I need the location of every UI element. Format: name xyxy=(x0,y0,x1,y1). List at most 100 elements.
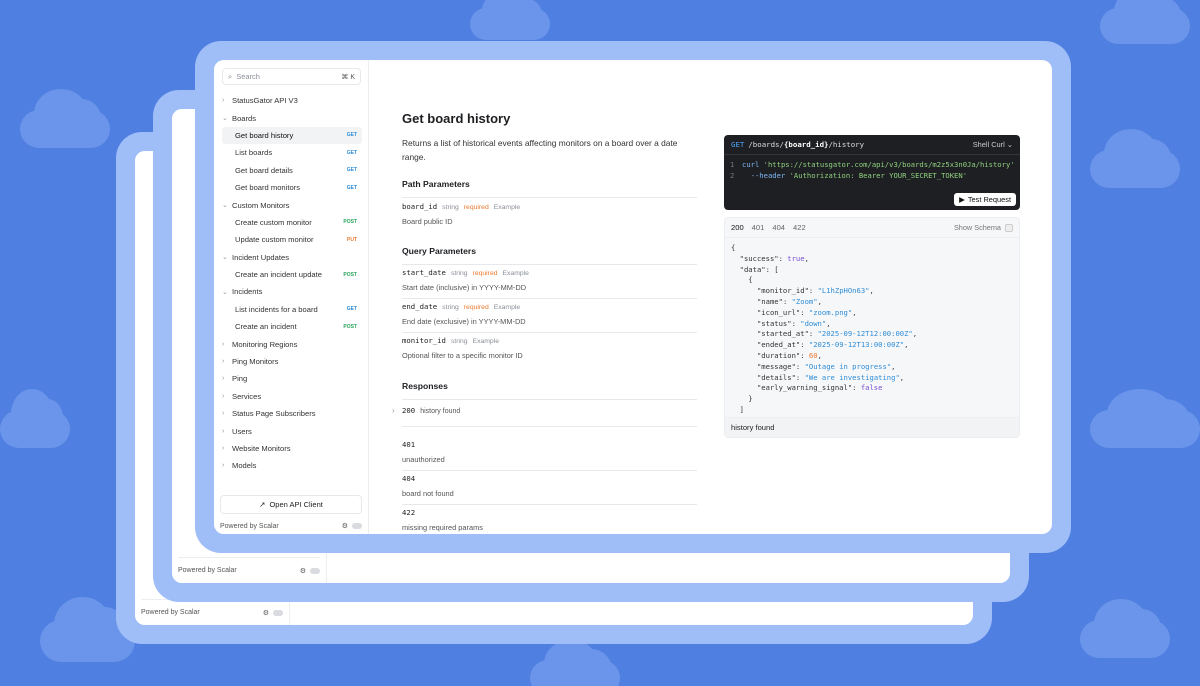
method-badge: GET xyxy=(346,149,357,156)
sidebar-item[interactable]: Create an incident POST xyxy=(222,318,362,335)
line-number: 1 xyxy=(730,160,735,169)
sidebar-item-label: Update custom monitor xyxy=(235,235,314,245)
main-content: Get board history Returns a list of hist… xyxy=(369,60,1052,534)
client-selector[interactable]: Shell Curl ⌄ xyxy=(973,140,1013,149)
divider xyxy=(402,197,697,198)
method-badge: POST xyxy=(343,323,357,330)
divider xyxy=(402,426,697,427)
sidebar-item[interactable]: › Website Monitors xyxy=(222,440,362,457)
response-row[interactable]: › 200 history found xyxy=(392,406,697,415)
title-text: board history xyxy=(423,111,511,126)
sidebar-item[interactable]: › StatusGator API V3 xyxy=(222,92,362,109)
sidebar-item-label: Status Page Subscribers xyxy=(232,409,316,419)
response-tab-422[interactable]: 422 xyxy=(793,223,806,232)
chevron-icon: › xyxy=(222,427,225,435)
arrow-up-right-icon: ↗ xyxy=(259,500,266,509)
response-code: 404 xyxy=(402,474,416,483)
search-shortcut: ⌘ K xyxy=(341,73,355,81)
response-description: board not found xyxy=(402,489,454,498)
sidebar-item[interactable]: ⌄ Boards xyxy=(222,109,362,126)
play-icon: ▶ xyxy=(959,195,965,204)
cloud-decoration xyxy=(470,0,550,40)
response-code: 401 xyxy=(402,440,416,449)
sidebar-item-label: Create an incident update xyxy=(235,270,322,280)
code-line: 2 --header 'Authorization: Bearer YOUR_S… xyxy=(724,171,1020,182)
response-tabs: 200 401 404 422 Show Schema xyxy=(725,218,1019,238)
parameter-description: Optional filter to a specific monitor ID xyxy=(402,351,523,360)
method-badge: GET xyxy=(346,132,357,139)
sidebar-item-label: Monitoring Regions xyxy=(232,339,298,349)
request-path-param: {board_id} xyxy=(783,140,829,149)
json-value: "2025-09-12T13:00:00Z" xyxy=(808,340,905,350)
show-schema-checkbox[interactable] xyxy=(1005,223,1013,232)
sidebar-item[interactable]: Update custom monitor PUT xyxy=(222,231,362,248)
sidebar-item[interactable]: ⌄ Incidents xyxy=(222,283,362,300)
sidebar-item[interactable]: List incidents for a board GET xyxy=(222,301,362,318)
example-toggle[interactable]: Example xyxy=(494,304,520,311)
sidebar-item[interactable]: List boards GET xyxy=(222,144,362,161)
settings-icon[interactable]: ⚙ xyxy=(300,567,320,575)
sidebar-item[interactable]: › Users xyxy=(222,422,362,439)
request-example: GET /boards/{board_id}/history Shell Cur… xyxy=(724,135,1020,210)
sidebar-item[interactable]: ⌄ Custom Monitors xyxy=(222,196,362,213)
response-item[interactable]: › 200 history found xyxy=(392,406,697,415)
sidebar-item[interactable]: › Monitoring Regions xyxy=(222,335,362,352)
example-toggle[interactable]: Example xyxy=(503,270,529,277)
method-badge: PUT xyxy=(347,236,357,243)
method-badge: POST xyxy=(343,271,357,278)
request-path-suffix: /history xyxy=(828,140,865,149)
example-toggle[interactable]: Example xyxy=(494,204,520,211)
response-tab-401[interactable]: 401 xyxy=(752,223,765,232)
show-schema-toggle[interactable]: Show Schema xyxy=(954,223,1013,232)
sidebar-item[interactable]: Create an incident update POST xyxy=(222,266,362,283)
sidebar-item-label: Get board monitors xyxy=(235,183,300,193)
powered-by-label: Powered by Scalar xyxy=(141,609,200,616)
sidebar-item[interactable]: › Services xyxy=(222,388,362,405)
sidebar-item[interactable]: Get board monitors GET xyxy=(222,179,362,196)
parameter-description: Start date (inclusive) in YYYY-MM-DD xyxy=(402,283,527,292)
cloud-decoration xyxy=(20,89,110,148)
response-tab-200[interactable]: 200 xyxy=(731,223,744,232)
sidebar-item-label: Incidents xyxy=(232,287,263,297)
show-schema-label: Show Schema xyxy=(953,223,1001,232)
sidebar-item-label: Incident Updates xyxy=(232,252,289,262)
parameter-name: board_id xyxy=(402,202,438,211)
sidebar-item-label: List boards xyxy=(235,148,273,158)
cloud-decoration xyxy=(1090,129,1180,188)
parameter-type: string xyxy=(442,304,459,311)
chevron-icon: › xyxy=(222,358,225,366)
divider xyxy=(402,298,697,299)
sidebar-item[interactable]: Create custom monitor POST xyxy=(222,214,362,231)
sidebar-item[interactable]: › Models xyxy=(222,457,362,474)
theme-toggle[interactable]: ⚙ xyxy=(342,522,362,530)
sidebar-item-label: Boards xyxy=(232,113,257,123)
powered-by-label: Powered by Scalar xyxy=(220,522,279,530)
parameter-item: monitor_id string Example Optional filter t… xyxy=(402,336,697,360)
response-code: 422 xyxy=(402,508,416,517)
cloud-decoration xyxy=(0,389,70,448)
response-tab-404[interactable]: 404 xyxy=(772,223,785,232)
code-line: 1 curl 'https://statusgator.com/api/v3/bo… xyxy=(724,160,1020,171)
sidebar-item[interactable]: Get board history GET xyxy=(222,126,362,145)
sidebar-item[interactable]: Get board details GET xyxy=(222,162,362,179)
example-toggle[interactable]: Example xyxy=(473,338,499,345)
divider xyxy=(402,332,697,333)
chevron-icon: ⌄ xyxy=(222,288,228,296)
chevron-icon: › xyxy=(222,340,225,348)
sidebar-item[interactable]: ⌄ Incident Updates xyxy=(222,249,362,266)
request-header: GET /boards/{board_id}/history Shell Cur… xyxy=(724,135,1020,155)
open-api-client-button[interactable]: ↗ Open API Client xyxy=(220,495,362,514)
sidebar-item[interactable]: › Ping xyxy=(222,370,362,387)
search-input[interactable]: ⌕ Search ⌘ K xyxy=(222,68,361,85)
sidebar-item-label: Users xyxy=(232,426,252,436)
test-request-button[interactable]: ▶ Test Request xyxy=(954,193,1016,206)
response-item: 422 missing required params xyxy=(402,508,697,532)
method-badge: GET xyxy=(346,184,357,191)
code-command: curl xyxy=(742,160,764,169)
code-block: 1 curl 'https://statusgator.com/api/v3/bo… xyxy=(724,155,1020,182)
settings-icon[interactable]: ⚙ xyxy=(263,609,283,617)
sidebar-item[interactable]: › Ping Monitors xyxy=(222,353,362,370)
sidebar-item-label: Services xyxy=(232,391,262,401)
response-example: 200 401 404 422 Show Schema { "success": tr… xyxy=(724,217,1020,438)
sidebar-item[interactable]: › Status Page Subscribers xyxy=(222,405,362,422)
